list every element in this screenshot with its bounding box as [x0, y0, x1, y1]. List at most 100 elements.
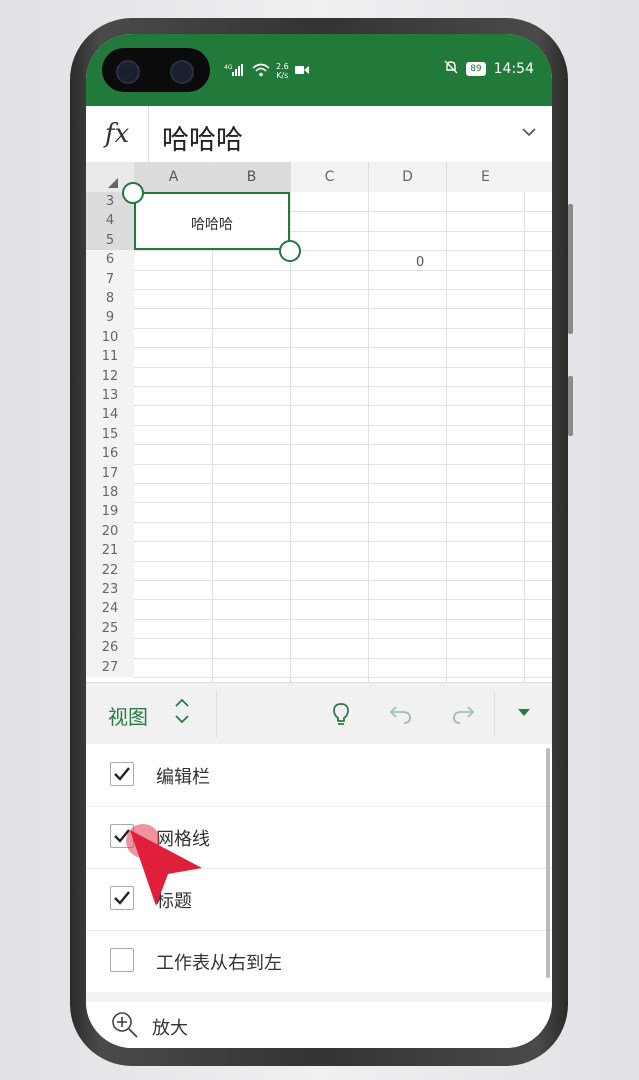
view-options-panel: 编辑栏 网格线 标题 工作表从右到左 放大	[86, 744, 552, 1048]
chevron-down-icon[interactable]	[522, 122, 536, 141]
row-gridline	[134, 424, 552, 426]
phone-frame: 4G 2.6 K/s 89 14:54 fx 哈哈哈 A B C D E 3 4…	[70, 18, 573, 1066]
row-header[interactable]: 20	[86, 521, 134, 542]
clock: 14:54	[493, 61, 534, 77]
cell-d6-value[interactable]: 0	[416, 255, 424, 270]
row-gridline	[134, 463, 552, 465]
undo-icon[interactable]	[388, 701, 414, 727]
row-gridline	[134, 541, 552, 543]
panel-scrollbar[interactable]	[546, 748, 550, 978]
power-button	[568, 376, 573, 436]
fx-label[interactable]: fx	[86, 106, 149, 162]
tab-switch-icon[interactable]	[174, 697, 190, 727]
row-header[interactable]: 12	[86, 366, 134, 386]
phone-screen: 4G 2.6 K/s 89 14:54 fx 哈哈哈 A B C D E 3 4…	[86, 34, 552, 1048]
row-header[interactable]: 14	[86, 405, 134, 425]
ribbon-toolbar: 视图	[86, 682, 552, 746]
row-header[interactable]: 4	[86, 211, 134, 231]
row-header[interactable]: 22	[86, 560, 134, 580]
net-speed-unit: K/s	[276, 71, 289, 80]
column-header-b[interactable]: B	[212, 162, 290, 192]
status-right: 89 14:54	[444, 60, 534, 78]
row-header[interactable]: 23	[86, 580, 134, 600]
row-header[interactable]: 16	[86, 444, 134, 464]
video-icon	[294, 64, 309, 78]
column-header-a[interactable]: A	[134, 162, 212, 192]
row-gridline	[134, 521, 552, 523]
row-header[interactable]: 26	[86, 638, 134, 658]
net-speed-value: 2.6	[276, 62, 289, 71]
volume-button	[568, 204, 573, 334]
row-header[interactable]: 13	[86, 386, 134, 406]
status-left: 4G 2.6 K/s	[224, 62, 309, 80]
column-header-e[interactable]: E	[446, 162, 552, 192]
redo-icon[interactable]	[450, 701, 476, 727]
status-bar: 4G 2.6 K/s 89 14:54	[86, 34, 552, 106]
formula-bar[interactable]: fx 哈哈哈	[86, 106, 552, 163]
pointer-cursor-icon	[130, 830, 210, 914]
row-header[interactable]: 19	[86, 502, 134, 522]
row-gridline	[134, 444, 552, 446]
checkmark-icon	[114, 891, 130, 905]
selected-cell-text[interactable]: 哈哈哈	[134, 214, 290, 234]
lightbulb-icon[interactable]	[328, 701, 354, 727]
row-header[interactable]: 9	[86, 308, 134, 328]
row-header[interactable]: 8	[86, 289, 134, 309]
row-header[interactable]: 25	[86, 618, 134, 639]
row-gridline	[134, 386, 552, 387]
svg-text:4G: 4G	[224, 64, 233, 71]
row-gridline	[134, 308, 552, 310]
row-gridline	[134, 618, 552, 620]
toolbar-divider	[216, 691, 217, 737]
zoom-in-row[interactable]: 放大	[86, 1002, 552, 1048]
camera-lens-icon	[116, 60, 140, 84]
row-header[interactable]: 17	[86, 463, 134, 483]
row-header[interactable]: 27	[86, 657, 134, 677]
option-sheet-right-to-left[interactable]: 工作表从右到左	[86, 930, 552, 993]
selection-handle-top-left[interactable]	[122, 182, 144, 204]
row-gridline	[134, 405, 552, 407]
row-gridline	[134, 580, 552, 581]
row-gridline	[134, 347, 552, 349]
column-header-c[interactable]: C	[290, 162, 368, 192]
row-gridline	[134, 269, 552, 271]
row-header[interactable]: 7	[86, 269, 134, 289]
selection-handle-bottom-right[interactable]	[279, 240, 301, 262]
row-gridline	[134, 638, 552, 640]
sheet-rtl-checkbox[interactable]	[110, 948, 134, 972]
row-header[interactable]: 24	[86, 599, 134, 619]
formula-value[interactable]: 哈哈哈	[162, 118, 243, 157]
row-header[interactable]: 15	[86, 424, 134, 445]
row-gridline	[134, 366, 552, 368]
row-gridline	[134, 657, 552, 659]
row-header[interactable]: 18	[86, 483, 134, 503]
spreadsheet-grid[interactable]: A B C D E 3 4 5 6 7 8 9 10 11 12 13 14 15 16 17 18 19 20 2…	[86, 162, 552, 682]
column-header-d[interactable]: D	[368, 162, 446, 192]
row-gridline	[134, 289, 552, 290]
column-gridline	[446, 192, 447, 682]
row-gridline	[134, 327, 552, 329]
option-formula-bar[interactable]: 编辑栏	[86, 744, 552, 807]
row-gridline	[134, 483, 552, 484]
zoom-in-label: 放大	[152, 1018, 188, 1039]
option-label: 工作表从右到左	[156, 953, 282, 974]
camera-cutout	[102, 48, 210, 92]
zoom-in-icon	[110, 1010, 140, 1044]
wifi-icon	[252, 63, 270, 80]
column-gridline	[290, 192, 291, 682]
row-gridline	[134, 599, 552, 601]
checkmark-icon	[114, 767, 130, 781]
option-label: 编辑栏	[156, 767, 210, 788]
row-header[interactable]: 21	[86, 541, 134, 561]
row-header[interactable]: 6	[86, 250, 134, 270]
section-divider	[86, 992, 552, 1002]
row-gridline	[134, 502, 552, 504]
view-tab-label[interactable]: 视图	[108, 701, 148, 730]
net-speed: 2.6 K/s	[276, 62, 289, 80]
row-header[interactable]: 10	[86, 327, 134, 348]
row-header[interactable]: 5	[86, 230, 134, 251]
formula-bar-checkbox[interactable]	[110, 762, 134, 786]
row-header[interactable]: 11	[86, 347, 134, 367]
dropdown-arrow-icon[interactable]	[518, 709, 530, 716]
battery-indicator: 89	[466, 62, 486, 76]
